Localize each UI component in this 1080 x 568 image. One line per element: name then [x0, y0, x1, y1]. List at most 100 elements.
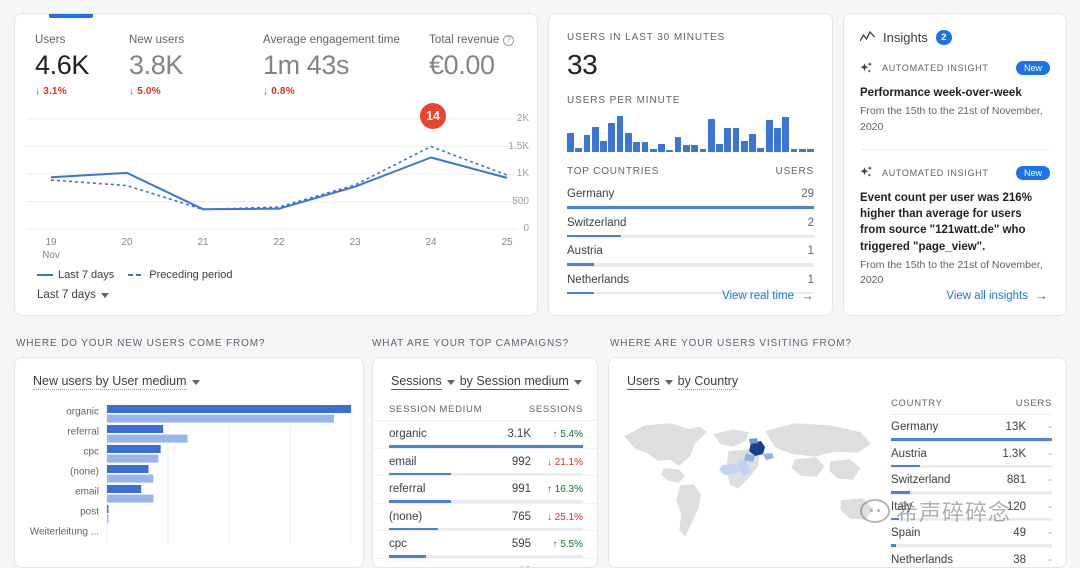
trend-value: -	[1048, 527, 1052, 539]
metric-dropdown[interactable]: Sessions	[391, 374, 442, 390]
legend-item: Preceding period	[128, 269, 232, 281]
country-users: 1	[807, 245, 814, 257]
dimension-dropdown[interactable]: by Session medium	[459, 374, 569, 390]
sparkline-bar	[575, 147, 583, 152]
view-all-insights-link[interactable]: View all insights →	[946, 289, 1048, 302]
sparkline-bar	[641, 142, 649, 152]
table-row[interactable]: Germany 29	[567, 181, 814, 209]
bar-category-label: email	[75, 487, 99, 498]
legend-swatch-solid	[37, 274, 53, 277]
users-value: 120	[1006, 500, 1026, 513]
metric-delta-value: 5.0%	[137, 86, 161, 98]
metric-value: 1m 43s	[263, 50, 350, 80]
notification-badge[interactable]: 14	[420, 103, 446, 129]
country-name: Netherlands	[891, 553, 954, 566]
world-map[interactable]	[615, 392, 885, 560]
sparkline-bar	[691, 145, 698, 152]
table-row[interactable]: referral 991 ↑ 16.3%	[373, 476, 597, 504]
table-row[interactable]: post16↓ 54.3%	[373, 559, 597, 568]
table-row[interactable]: Switzerland 881 -	[891, 468, 1052, 495]
bar-category-label: Weiterleitung ...	[30, 527, 99, 538]
top-countries-list: Germany 29 Switzerland 2 Austria 1 Netherlands…	[567, 181, 814, 294]
chevron-down-icon[interactable]	[446, 379, 455, 385]
sparkline-bar	[633, 142, 641, 152]
metric-delta-value: 0.8%	[271, 86, 295, 98]
sparkline-bar	[757, 147, 765, 152]
table-row[interactable]: Spain 49 -	[891, 521, 1052, 548]
bar-segment	[107, 494, 154, 503]
country-name: Austria	[891, 447, 927, 460]
insight-title: Event count per user was 216% higher tha…	[860, 191, 1032, 253]
insight-tag: AUTOMATED INSIGHT	[882, 63, 989, 73]
section-title-campaigns: WHAT ARE YOUR TOP CAMPAIGNS?	[372, 338, 569, 349]
metric-dropdown[interactable]: Users	[627, 374, 660, 390]
delta-value: ↑ 16.3%	[546, 484, 583, 495]
bar-segment	[107, 405, 351, 413]
new-users-dropdown[interactable]: New users by User medium	[15, 358, 363, 390]
bar-track	[389, 472, 583, 475]
x-axis-tick: 20	[121, 237, 133, 249]
medium-name: email	[389, 455, 417, 468]
top-campaigns-card: Sessions by Session medium SESSION MEDIU…	[372, 357, 598, 568]
y-axis-tick: 500	[512, 195, 529, 207]
trend-value: -	[1048, 553, 1052, 566]
link-label: View all insights	[946, 289, 1028, 302]
y-axis-tick: 1.5K	[508, 140, 529, 152]
table-row[interactable]: Austria 1.3K -	[891, 442, 1052, 468]
sessions-value: 3.1K	[507, 428, 531, 440]
metric-total-revenue: Total revenue ? €0.00	[429, 34, 515, 97]
bar-track	[567, 263, 814, 266]
table-row[interactable]: Switzerland 2	[567, 208, 814, 237]
bar-segment	[107, 474, 154, 483]
bar-track	[891, 438, 1052, 441]
insight-item[interactable]: AUTOMATED INSIGHT New Performance week-o…	[844, 45, 1066, 135]
bar-segment	[107, 414, 334, 423]
bar-track	[389, 500, 583, 503]
insight-tag-group: AUTOMATED INSIGHT	[860, 61, 989, 75]
bar-segment	[107, 514, 109, 523]
sparkline-bar	[765, 120, 773, 152]
sparkline-bar	[707, 118, 715, 152]
metric-value: 4.6K	[35, 50, 89, 80]
chevron-down-icon[interactable]	[573, 379, 582, 385]
table-row[interactable]: email 992 ↓ 21.1%	[373, 449, 597, 476]
users-line-chart: 0 500 1K 1.5K 2K 19 Nov 20 21 22 23 24 25	[15, 111, 537, 261]
sparkline-bar	[608, 122, 616, 152]
sparkline-bar	[616, 116, 624, 152]
sparkline-bar	[699, 149, 707, 152]
sessions-value: 765	[511, 510, 531, 523]
realtime-users-value: 33	[567, 49, 598, 80]
chevron-down-icon[interactable]	[664, 379, 673, 385]
delta-value: ↓ 25.1%	[546, 511, 583, 523]
table-row[interactable]: (none) 765 ↓ 25.1%	[373, 504, 597, 531]
active-tab-indicator	[49, 14, 93, 18]
metric-delta: ↓ 5.0%	[129, 86, 161, 98]
legend-label: Preceding period	[149, 269, 233, 282]
map-region-austria	[763, 453, 774, 460]
section-title-geo: WHERE ARE YOUR USERS VISITING FROM?	[610, 338, 852, 349]
table-row[interactable]: Italy 120 -	[891, 495, 1052, 521]
metric-delta: ↓ 0.8%	[263, 86, 295, 98]
insights-title: Insights	[883, 30, 928, 45]
campaigns-dropdowns: Sessions by Session medium	[373, 358, 597, 390]
bar-category-label: referral	[67, 427, 99, 438]
bar-segment	[107, 505, 109, 513]
sparkline-bar	[790, 149, 798, 152]
view-real-time-link[interactable]: View real time →	[722, 289, 814, 302]
date-range-selector[interactable]: Last 7 days	[37, 289, 109, 301]
bar-track	[389, 527, 583, 530]
dimension-dropdown[interactable]: by Country	[677, 374, 739, 390]
link-label: View real time	[721, 289, 794, 302]
table-row[interactable]: cpc 595 ↑ 5.5%	[373, 531, 597, 559]
sessions-value: 992	[511, 455, 531, 468]
table-row[interactable]: Germany 13K -	[891, 415, 1052, 442]
table-row[interactable]: Netherlands 38 -	[891, 548, 1052, 568]
table-row[interactable]: organic 3.1K ↑ 5.4%	[373, 421, 597, 449]
column-header-medium: SESSION MEDIUM	[389, 404, 483, 415]
insight-item[interactable]: AUTOMATED INSIGHT New Event count per us…	[844, 150, 1066, 289]
help-icon[interactable]: ?	[503, 34, 515, 46]
analytics-dashboard: Users 4.6K ↓ 3.1% New users 3.8K ↓ 5.0% …	[0, 0, 1080, 568]
sparkline-bar	[716, 143, 723, 152]
table-row[interactable]: Austria 1	[567, 237, 814, 266]
geo-dropdowns: Users by Country	[609, 358, 1066, 390]
